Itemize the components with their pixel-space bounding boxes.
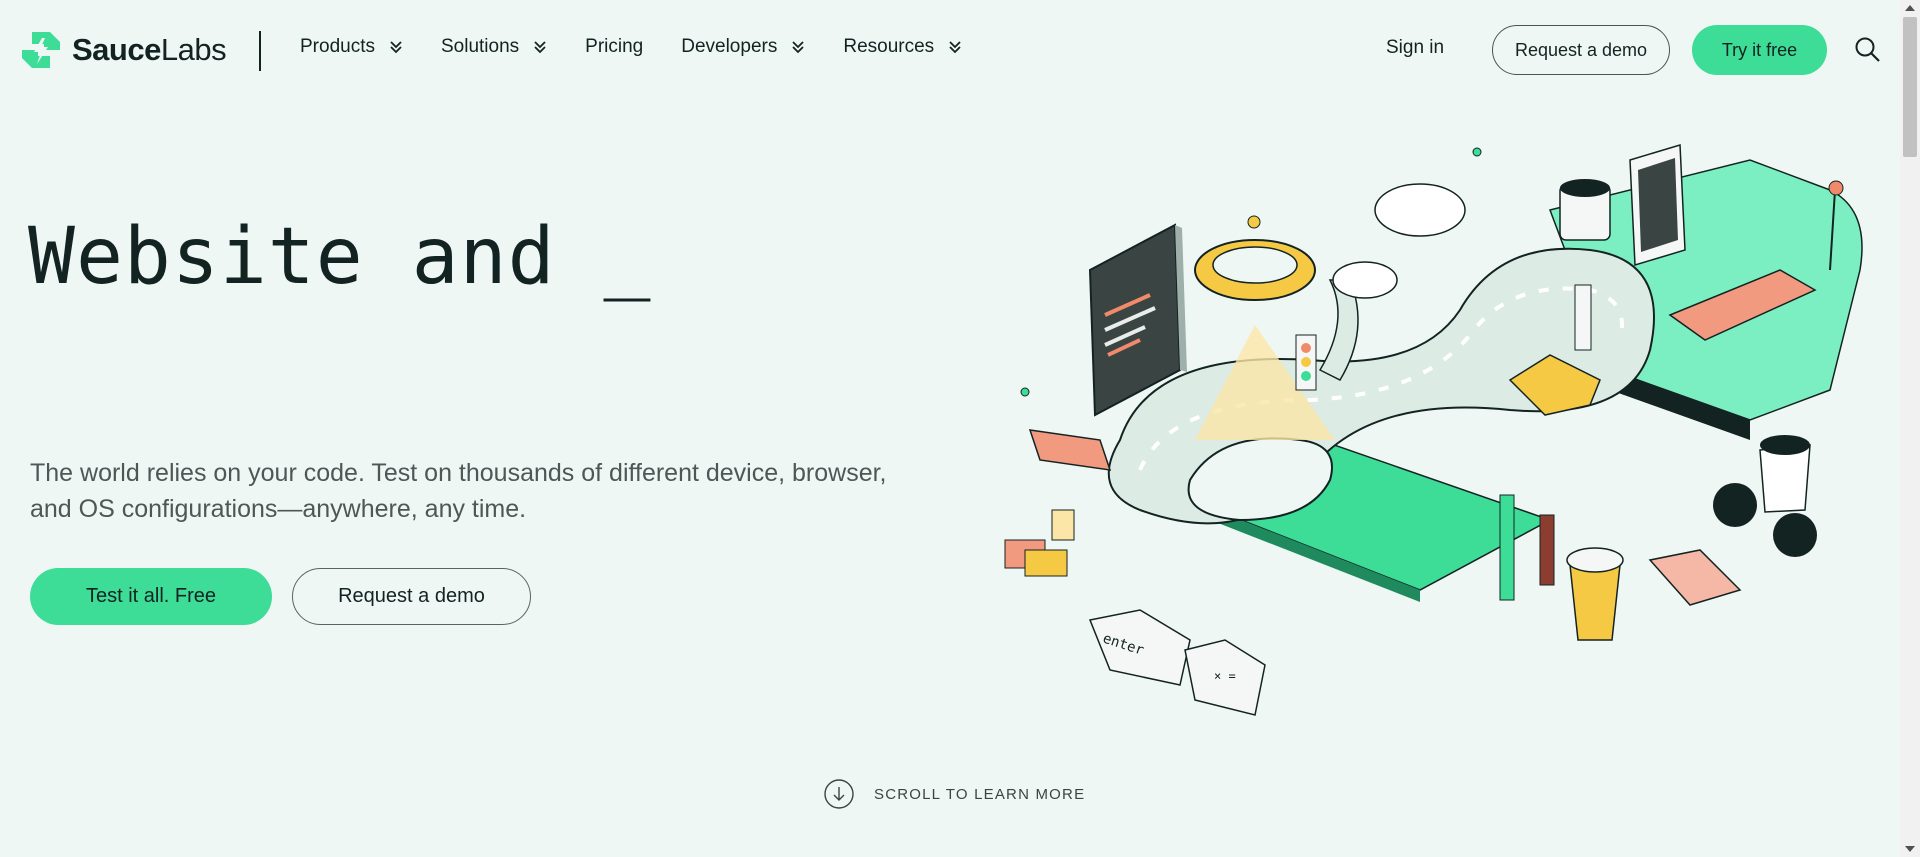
page-scrollbar[interactable] — [1900, 0, 1920, 857]
main-nav: Products Solutions Pricing Developers Re… — [300, 36, 1000, 58]
symbol-key-label: × = — [1214, 669, 1236, 683]
scroll-up-arrow-icon[interactable] — [1905, 5, 1915, 11]
nav-item-developers[interactable]: Developers — [681, 36, 805, 58]
nav-label: Resources — [843, 36, 935, 57]
hero-illustration: enter × = — [1004, 144, 1863, 716]
hero-subtext: The world relies on your code. Test on t… — [30, 459, 887, 523]
chevron-double-down-icon — [792, 41, 804, 54]
nav-label: Products — [300, 36, 375, 57]
scrollbar-thumb[interactable] — [1903, 17, 1917, 157]
hero-request-demo-button[interactable]: Request a demo — [292, 568, 531, 625]
chevron-double-down-icon — [390, 41, 402, 54]
sign-in-link[interactable]: Sign in — [1386, 37, 1444, 59]
chevron-double-down-icon — [534, 41, 546, 54]
nav-item-solutions[interactable]: Solutions — [441, 36, 547, 58]
scroll-to-learn-more[interactable]: SCROLL TO LEARN MORE — [824, 779, 1085, 809]
arrow-down-circle-icon — [824, 779, 854, 809]
nav-item-resources[interactable]: Resources — [843, 36, 962, 58]
site-header: SauceLabs Products Solutions Pricing Dev… — [0, 0, 1900, 99]
hero-headline: Website and _ — [28, 212, 652, 302]
header-divider — [259, 31, 261, 71]
chevron-double-down-icon — [949, 41, 961, 54]
logo-text-labs: Labs — [160, 32, 227, 67]
try-free-button[interactable]: Try it free — [1692, 25, 1827, 75]
nav-label: Solutions — [440, 36, 520, 57]
saucelabs-logo-icon — [22, 32, 60, 68]
nav-item-pricing[interactable]: Pricing — [585, 36, 643, 58]
nav-label: Pricing — [585, 36, 644, 57]
nav-label: Developers — [681, 36, 778, 57]
scroll-down-arrow-icon[interactable] — [1905, 846, 1915, 852]
scroll-hint-label: SCROLL TO LEARN MORE — [874, 785, 1086, 803]
test-it-free-button[interactable]: Test it all. Free — [30, 568, 272, 625]
request-demo-button[interactable]: Request a demo — [1492, 25, 1670, 75]
saucelabs-logo[interactable]: SauceLabs — [20, 30, 227, 70]
nav-item-products[interactable]: Products — [300, 36, 403, 58]
search-icon[interactable] — [1854, 36, 1882, 64]
logo-text-sauce: Sauce — [72, 32, 161, 67]
